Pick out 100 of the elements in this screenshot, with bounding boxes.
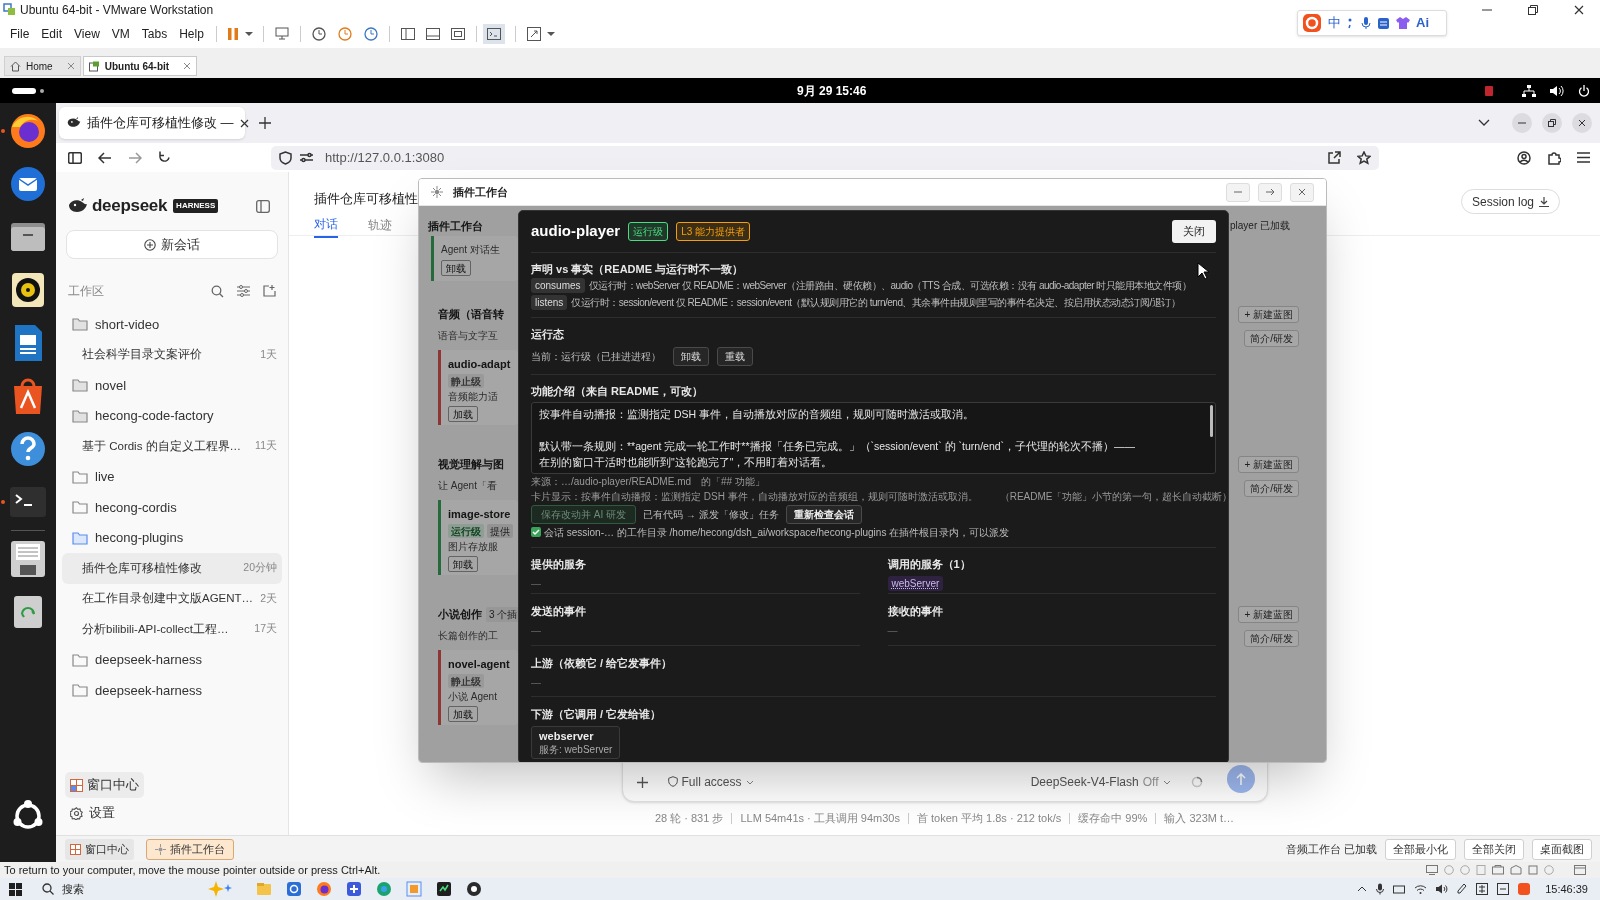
volume-icon[interactable] <box>1550 84 1564 97</box>
star-icon[interactable] <box>1357 150 1371 165</box>
window-switch-button[interactable]: 窗口中心 <box>65 838 134 860</box>
sidebar-toggle-icon[interactable] <box>68 151 82 164</box>
unload-button[interactable]: 卸载 <box>441 260 471 276</box>
window-center-button[interactable]: 窗口中心 <box>65 772 144 798</box>
runtime-button[interactable]: 卸载 <box>673 346 709 366</box>
network-icon[interactable] <box>1522 84 1536 97</box>
clock-text[interactable]: 9月 29 15:46 <box>797 81 867 100</box>
model-dropdown[interactable]: DeepSeek-V4-Flash Off <box>1030 771 1171 793</box>
pen-icon[interactable] <box>1457 883 1468 895</box>
folder-item[interactable]: novel <box>56 370 288 401</box>
caret-icon[interactable] <box>244 30 253 37</box>
folder-item[interactable]: deepseek-harness <box>56 644 288 675</box>
record-icon[interactable] <box>1484 84 1494 97</box>
panel-layout-icon[interactable] <box>424 25 441 42</box>
new-tab-icon[interactable] <box>259 117 271 129</box>
wifi-icon[interactable] <box>1414 884 1428 894</box>
panel-toggle-icon[interactable] <box>256 199 270 213</box>
restore-button[interactable] <box>1542 113 1562 133</box>
menu-item[interactable]: VM <box>105 22 136 45</box>
minimize-button[interactable] <box>1512 113 1532 133</box>
share-icon[interactable] <box>1328 151 1341 164</box>
new-folder-icon[interactable] <box>263 285 276 297</box>
volume-icon[interactable] <box>1436 884 1449 894</box>
ime-icon[interactable] <box>1476 883 1489 895</box>
session-item[interactable]: 插件仓库可移植性修改 20分钟 <box>62 553 282 584</box>
menu-item[interactable]: File <box>4 22 36 45</box>
chevron-down-icon[interactable] <box>1478 119 1490 127</box>
fox-globe-icon[interactable] <box>316 881 332 897</box>
browser-icon[interactable] <box>376 881 392 897</box>
folder-item[interactable]: short-video <box>56 309 288 340</box>
fullscreen-icon[interactable] <box>449 25 466 42</box>
reload-icon[interactable] <box>158 151 171 164</box>
bar-action-button[interactable]: 全部最小化 <box>1385 838 1456 860</box>
plugin-action-button[interactable]: 加载 <box>448 706 478 722</box>
session-item[interactable]: 分析bilibili-API-collect工程… 17天 <box>62 614 282 645</box>
microphone-icon[interactable] <box>1376 883 1385 895</box>
folder-item[interactable]: hecong-plugins <box>56 522 288 553</box>
microphone-icon[interactable] <box>1361 16 1371 30</box>
power-icon[interactable] <box>1578 84 1590 97</box>
group-action-button[interactable]: + 新建蓝图 <box>1238 606 1299 623</box>
plus-icon[interactable] <box>636 777 648 788</box>
logo-icon[interactable] <box>1518 883 1531 895</box>
settings-button[interactable]: 设置 <box>65 800 120 826</box>
close-button[interactable] <box>1572 113 1592 133</box>
account-icon[interactable] <box>1517 150 1531 165</box>
new-chat-button[interactable]: 新会话 <box>66 230 278 259</box>
app-icon[interactable] <box>466 881 482 897</box>
taskbar-search-field[interactable]: 搜索 <box>38 879 238 899</box>
filter-icon[interactable] <box>237 285 250 297</box>
bar-action-button[interactable]: 桌面截图 <box>1532 838 1592 860</box>
storage-icon[interactable] <box>1393 884 1406 894</box>
windows-logo-icon[interactable] <box>9 882 22 896</box>
ai-label[interactable]: Ai <box>1416 13 1429 33</box>
session-item[interactable]: 社会科学目录文案评价 1天 <box>62 339 282 370</box>
shirt-icon[interactable] <box>1396 16 1410 30</box>
group-action-button[interactable]: + 新建蓝图 <box>1238 306 1299 323</box>
menu-item[interactable]: Help <box>173 22 210 45</box>
close-button[interactable]: 关闭 <box>1172 219 1216 243</box>
access-dropdown[interactable]: Full access <box>667 771 754 793</box>
computer-icon[interactable] <box>273 25 290 42</box>
search-icon[interactable] <box>211 284 224 298</box>
vm-tab[interactable]: Home <box>4 56 81 76</box>
bar-action-button[interactable]: 全部关闭 <box>1464 838 1524 860</box>
sidebar-layout-icon[interactable] <box>399 25 416 42</box>
forward-icon[interactable] <box>128 151 142 164</box>
menu-item[interactable]: Edit <box>35 22 69 45</box>
clock-icon[interactable] <box>310 25 327 42</box>
window-switch-button[interactable]: 插件工作台 <box>146 838 234 860</box>
plugin-action-button[interactable]: 卸载 <box>448 556 478 572</box>
folder-item[interactable]: hecong-code-factory <box>56 400 288 431</box>
group-action-button[interactable]: 简介/研发 <box>1244 630 1299 647</box>
conversation-tab[interactable]: 对话 <box>314 214 338 238</box>
folder-item[interactable]: hecong-cordis <box>56 492 288 523</box>
caret-icon[interactable] <box>546 30 555 37</box>
taskbar-clock[interactable]: 15:46:39 <box>1545 880 1588 898</box>
service-link[interactable]: webServer <box>887 575 944 591</box>
group-action-button[interactable]: 简介/研发 <box>1244 330 1299 347</box>
activities-indicator[interactable] <box>12 87 44 94</box>
group-action-button[interactable]: 简介/研发 <box>1244 480 1299 497</box>
resize-icon[interactable] <box>525 25 542 42</box>
folder-item[interactable]: deepseek-harness <box>56 675 288 706</box>
description-field[interactable]: 按事件自动播报：监测指定 DSH 事件，自动播放对应的音频组，规则可随时激活或取消。 默认带一条规则：**agent 完成一轮工作时**播报「任务已完成。」（`session/event` 的 `turn/end`，子代理的轮次不播）—— 在别的窗口干活时也能听到"这轮跑完了"，不用盯着对话看。 <box>531 402 1216 474</box>
close-button[interactable] <box>1290 182 1314 202</box>
keyboard-icon[interactable] <box>1377 16 1390 30</box>
menu-item[interactable]: Tabs <box>135 22 174 45</box>
address-bar[interactable]: http://127.0.0.1:3080 <box>271 145 1379 170</box>
dependency-card[interactable]: webserver 服务: webServer <box>531 726 621 759</box>
recheck-button[interactable]: 重新检查会话 <box>785 505 862 524</box>
chart-icon[interactable] <box>436 881 452 897</box>
console-icon[interactable] <box>486 27 501 40</box>
session-item[interactable]: 基于 Cordis 的自定义工程界… 11天 <box>62 431 282 462</box>
clock-icon[interactable] <box>362 25 379 42</box>
extensions-icon[interactable] <box>1547 150 1561 165</box>
plugin-action-button[interactable]: 加载 <box>448 406 478 422</box>
folder-item[interactable]: live <box>56 461 288 492</box>
vm-tab[interactable]: Ubuntu 64-bit <box>82 56 198 76</box>
input-mode-label[interactable]: 中 <box>1328 13 1341 33</box>
group-action-button[interactable]: + 新建蓝图 <box>1238 456 1299 473</box>
